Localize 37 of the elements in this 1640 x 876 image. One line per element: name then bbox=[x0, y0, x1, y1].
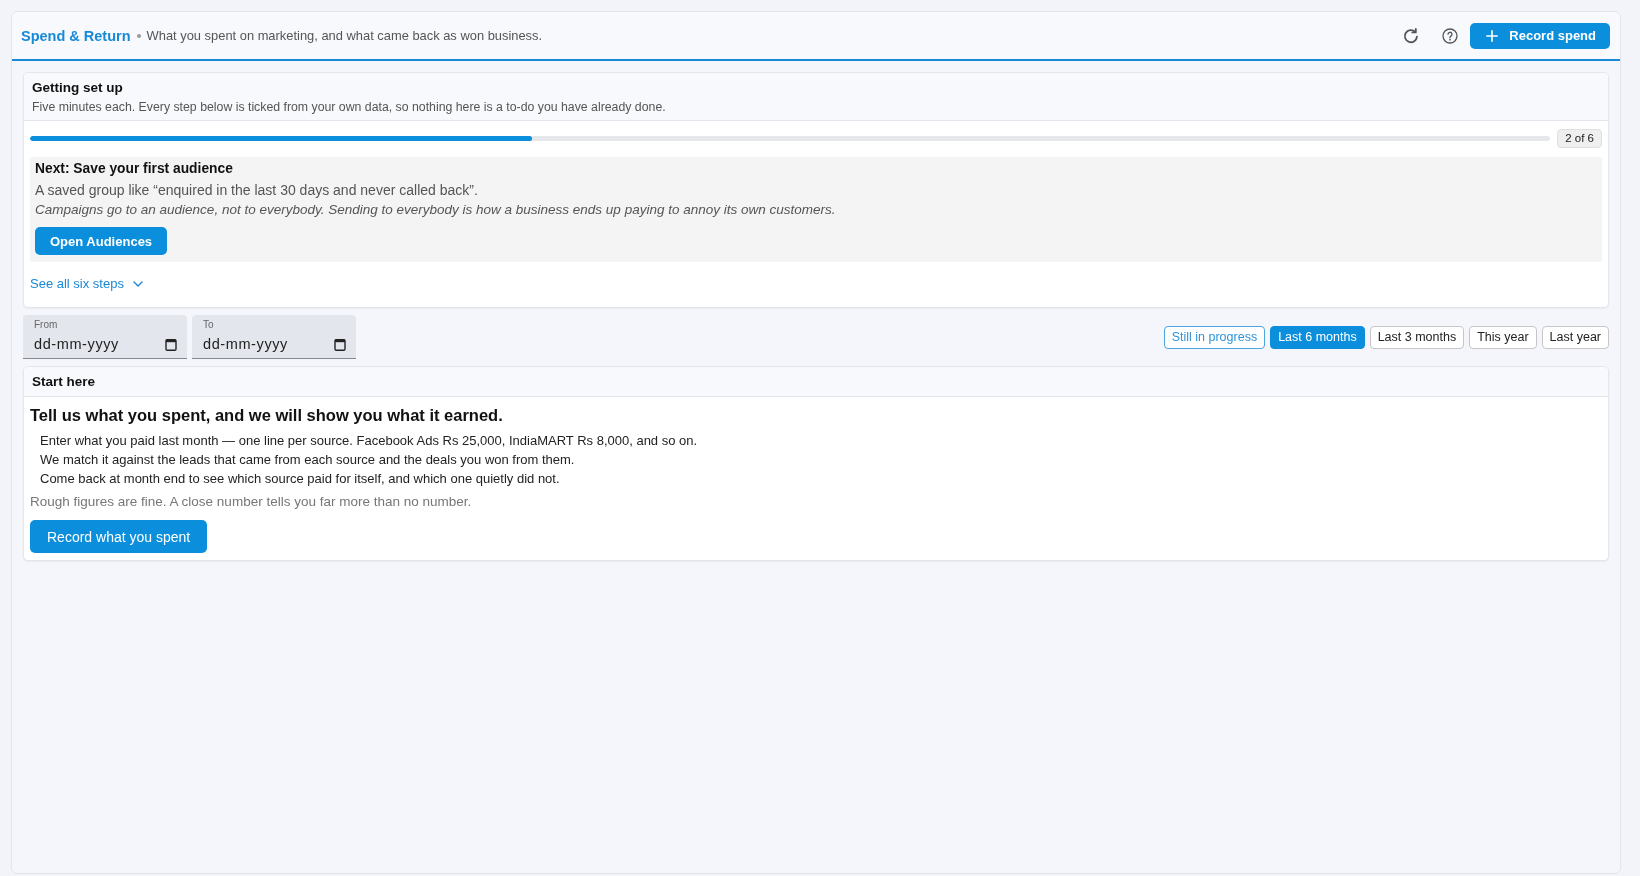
date-input[interactable]: dd-mm-yyyy bbox=[203, 333, 334, 355]
card-headline: Tell us what you spent, and we will show you what it earned. bbox=[30, 405, 504, 426]
period-filter-button[interactable]: Still in progress bbox=[1163, 325, 1266, 349]
page-title: Spend & Return bbox=[21, 27, 131, 44]
calendar-icon bbox=[334, 337, 346, 351]
card-subtitle: Five minutes each. Every step below is ticked from your own data, so nothing here is a to-do you have already done. bbox=[32, 99, 667, 115]
field-label: From bbox=[34, 318, 59, 331]
card-title: Getting set up bbox=[32, 79, 124, 96]
next-step-title: Next: Save your first audience bbox=[35, 160, 234, 178]
see-all-steps-link[interactable]: See all six steps bbox=[30, 274, 143, 294]
step-text: We match it against the leads that came from each source and the deals you won from them. bbox=[40, 451, 576, 469]
record-spend-button[interactable]: Record spend bbox=[1470, 22, 1610, 49]
page-subtitle: What you spent on marketing, and what came back as won business. bbox=[146, 28, 543, 43]
help-icon bbox=[1442, 27, 1459, 44]
step-text: Enter what you paid last month — one line per source. Facebook Ads Rs 25,000, IndiaMART Rs 8,000, and so on. bbox=[40, 432, 699, 450]
record-what-you-spent-button[interactable]: Record what you spent bbox=[30, 520, 208, 553]
card-title: Start here bbox=[32, 373, 97, 390]
next-step-description: A saved group like “enquired in the last 30 days and never called back”. bbox=[35, 181, 479, 200]
next-step-note: Campaigns go to an audience, not to everybody. Sending to everybody is how a business ends up paying to annoy its own customers. bbox=[35, 201, 837, 219]
help-button[interactable] bbox=[1442, 27, 1459, 44]
hint-text: Rough figures are fine. A close number tells you far more than no number. bbox=[30, 493, 473, 511]
open-audiences-button[interactable]: Open Audiences bbox=[35, 227, 168, 255]
period-filter-button[interactable]: This year bbox=[1469, 325, 1537, 349]
refresh-button[interactable] bbox=[1403, 27, 1420, 44]
plus-icon bbox=[1486, 29, 1499, 42]
date-field[interactable]: To dd-mm-yyyy bbox=[192, 315, 356, 359]
step-text: Come back at month end to see which source paid for itself, and which one quietly did not. bbox=[40, 470, 561, 488]
date-input[interactable]: dd-mm-yyyy bbox=[34, 333, 165, 355]
date-field[interactable]: From dd-mm-yyyy bbox=[23, 315, 187, 359]
progress-count: 2 of 6 bbox=[1557, 129, 1602, 148]
period-filter-button[interactable]: Last 6 months bbox=[1270, 325, 1365, 349]
separator-dot-icon bbox=[136, 33, 141, 38]
period-filter-button[interactable]: Last year bbox=[1541, 325, 1609, 349]
calendar-icon bbox=[165, 337, 177, 351]
refresh-icon bbox=[1403, 27, 1420, 44]
field-label: To bbox=[203, 318, 215, 331]
period-filter-button[interactable]: Last 3 months bbox=[1369, 325, 1465, 349]
